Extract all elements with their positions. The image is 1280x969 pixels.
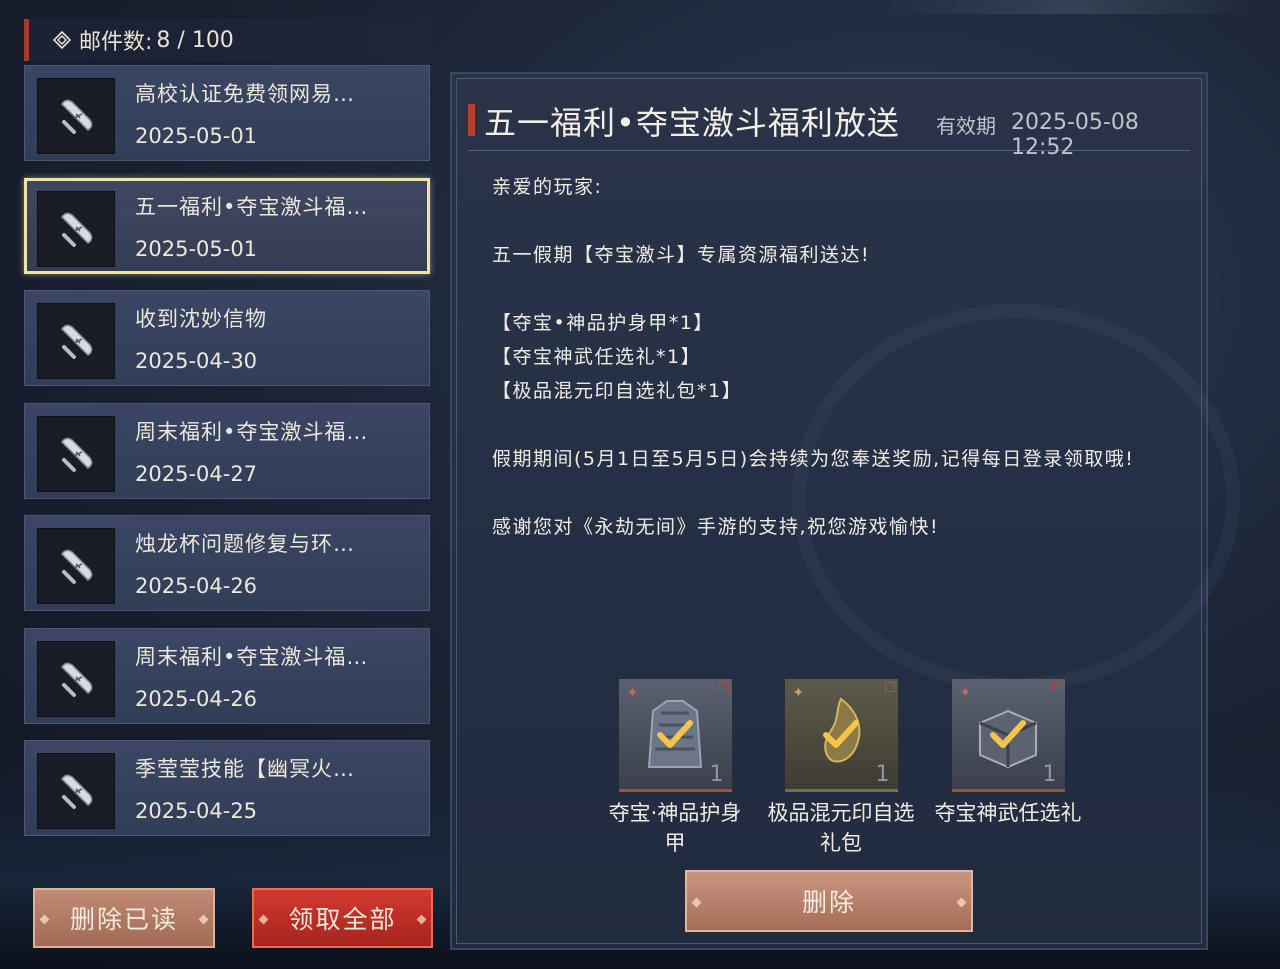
body-reward-item: 【夺宝神武任选礼*1】 [492, 346, 702, 368]
mail-list-item[interactable]: 收到沈妙信物 2025-04-30 [24, 290, 430, 386]
reward-slot: ✦ 1 [618, 679, 732, 792]
scroll-icon [37, 528, 115, 604]
scroll-icon [37, 190, 115, 267]
reward-quantity: 1 [875, 762, 890, 787]
mail-title: 季莹莹技能【幽冥火… [135, 757, 355, 781]
scroll-icon [37, 303, 115, 379]
mail-date: 2025-05-01 [135, 236, 258, 261]
body-line: 感谢您对《永劫无间》手游的支持,祝您游戏愉快! [492, 516, 940, 538]
corner-mark [884, 682, 895, 692]
validity-value: 2025-05-08 12:52 [1011, 110, 1139, 160]
mail-date: 2025-04-27 [135, 461, 258, 486]
body-greeting: 亲爱的玩家: [492, 176, 603, 198]
scroll-icon [37, 640, 115, 717]
mail-title: 五一福利•夺宝激斗福… [135, 194, 369, 219]
mail-date: 2025-04-25 [135, 799, 258, 823]
claimed-check-icon [989, 720, 1026, 748]
mail-list-item[interactable]: 季莹莹技能【幽冥火… 2025-04-25 [24, 740, 430, 836]
reward-name: 夺宝·神品护身甲 [608, 801, 742, 855]
button-ornament [956, 897, 967, 908]
mail-title: 周末福利•夺宝激斗福… [135, 644, 369, 669]
mail-count-label: 邮件数: [79, 30, 153, 55]
button-ornament [416, 914, 427, 925]
mail-detail-panel: 五一福利•夺宝激斗福利放送 有效期 2025-05-08 12:52 亲爱的玩家… [450, 72, 1240, 950]
top-decoration [880, 0, 1260, 14]
button-ornament [691, 897, 702, 908]
scroll-icon [37, 753, 115, 829]
title-accent-bar [468, 104, 475, 136]
mail-list-item[interactable]: 周末福利•夺宝激斗福… 2025-04-26 [24, 627, 430, 724]
delete-label: 删除 [801, 888, 856, 917]
scroll-icon [37, 78, 115, 154]
star-icon: ✦ [626, 685, 639, 701]
mail-diamond-icon [53, 31, 71, 49]
mail-date: 2025-04-30 [135, 349, 258, 373]
body-reward-item: 【极品混元印自选礼包*1】 [492, 380, 743, 402]
reward-slot: ✦ 1 [784, 679, 898, 792]
mail-title: 高校认证免费领网易… [135, 82, 355, 106]
body-reward-item: 【夺宝•神品护身甲*1】 [492, 312, 714, 334]
mail-title: 周末福利•夺宝激斗福… [135, 419, 369, 444]
reward-slot: ✦ 1 [951, 679, 1065, 792]
mail-title-bar: 五一福利•夺宝激斗福利放送 有效期 2025-05-08 12:52 [468, 98, 1190, 160]
mail-count-value: 8 / 100 [156, 27, 234, 53]
delete-read-label: 删除已读 [69, 905, 178, 934]
reward-name: 夺宝神武任选礼 [934, 801, 1082, 825]
reward-item[interactable]: ✦ 1 极品混元印自选礼包 [766, 679, 916, 858]
mail-list-item[interactable]: 周末福利•夺宝激斗福… 2025-04-27 [24, 402, 430, 499]
scroll-icon [37, 415, 115, 492]
button-ornament [198, 914, 209, 925]
body-line: 五一假期【夺宝激斗】专属资源福利送达! [492, 244, 871, 266]
claimed-check-icon [656, 720, 693, 748]
mail-detail-title: 五一福利•夺宝激斗福利放送 [484, 104, 900, 142]
mail-list-item[interactable]: 高校认证免费领网易… 2025-05-01 [24, 65, 430, 161]
mail-date: 2025-04-26 [135, 686, 258, 711]
star-icon: ✦ [792, 685, 805, 701]
corner-mark [1051, 682, 1062, 692]
mail-list-item-selected[interactable]: 五一福利•夺宝激斗福… 2025-05-01 [24, 177, 430, 274]
star-icon: ✦ [959, 685, 972, 701]
delete-read-button[interactable]: 删除已读 [33, 888, 215, 948]
button-ornament [258, 914, 269, 925]
validity-label: 有效期 [936, 114, 996, 138]
reward-quantity: 1 [709, 762, 724, 787]
claimed-check-icon [822, 720, 859, 748]
reward-name: 极品混元印自选礼包 [767, 801, 915, 855]
corner-mark [718, 682, 729, 692]
mail-count-header: 邮件数: 8 / 100 [24, 19, 434, 61]
mail-title: 收到沈妙信物 [135, 307, 267, 331]
claim-all-label: 领取全部 [288, 905, 397, 934]
reward-item[interactable]: ✦ 1 夺宝神武任选礼 [933, 679, 1083, 828]
button-ornament [39, 914, 50, 925]
body-line: 假期期间(5月1日至5月5日)会持续为您奉送奖励,记得每日登录领取哦! [492, 448, 1135, 470]
mail-list-item[interactable]: 烛龙杯问题修复与环… 2025-04-26 [24, 515, 430, 611]
reward-item[interactable]: ✦ 1 夺宝·神品护身甲 [600, 679, 750, 858]
mail-list: 高校认证免费领网易… 2025-05-01 五一福利•夺宝激斗福… 2025-0… [24, 65, 434, 853]
mail-date: 2025-05-01 [135, 124, 258, 148]
mail-date: 2025-04-26 [135, 574, 258, 598]
mail-body: 亲爱的玩家: 五一假期【夺宝激斗】专属资源福利送达! 【夺宝•神品护身甲*1】 … [492, 170, 1172, 544]
delete-button[interactable]: 删除 [685, 870, 973, 932]
claim-all-button[interactable]: 领取全部 [252, 888, 433, 948]
reward-quantity: 1 [1042, 762, 1057, 787]
mail-title: 烛龙杯问题修复与环… [135, 532, 355, 556]
